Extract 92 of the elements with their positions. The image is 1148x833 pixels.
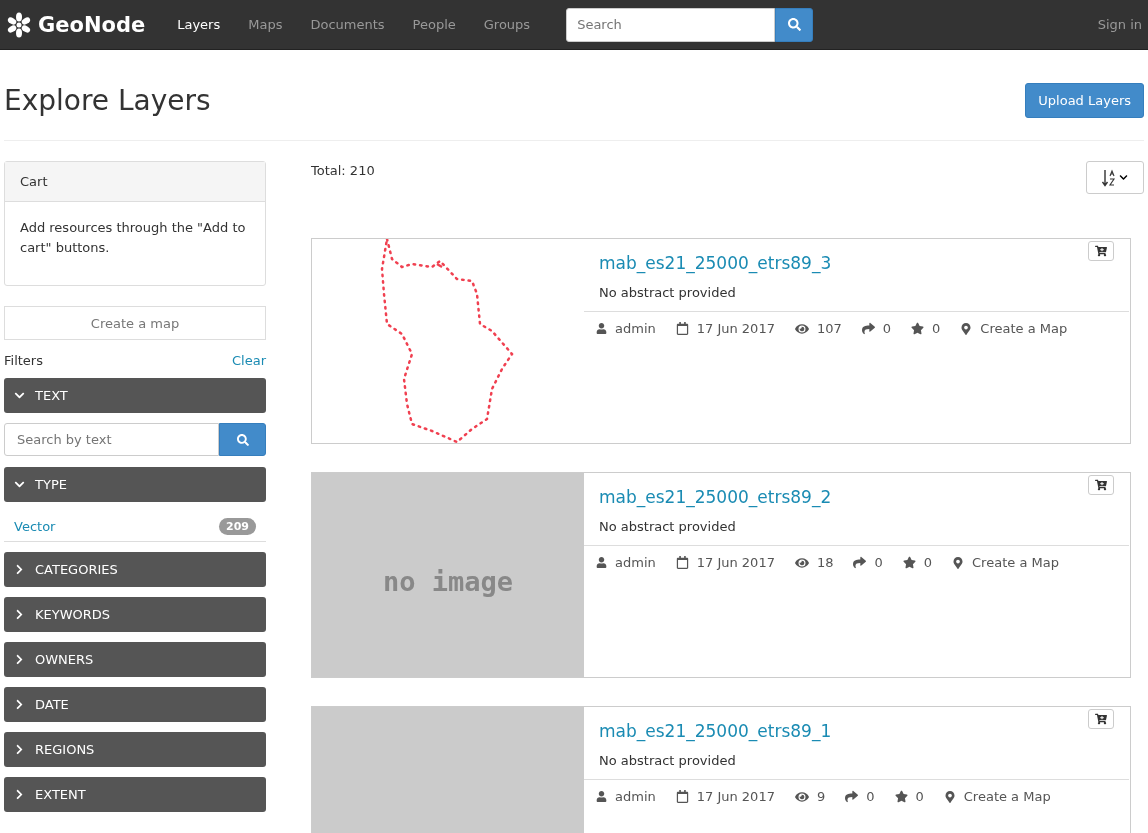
sort-button[interactable]	[1086, 161, 1144, 194]
calendar-icon	[675, 322, 689, 335]
filters-label: Filters	[4, 353, 43, 368]
star-icon	[894, 790, 908, 803]
nav-link[interactable]: Groups	[469, 17, 545, 32]
filter-header[interactable]: TYPE	[4, 467, 266, 502]
shares-count: 0	[874, 555, 883, 570]
layer-abstract: No abstract provided	[599, 519, 737, 534]
eye-icon	[794, 789, 809, 804]
cart-plus-icon	[1095, 245, 1107, 257]
views-count: 18	[816, 555, 834, 570]
filter-header[interactable]: REGIONS	[4, 732, 266, 767]
user-icon	[596, 323, 607, 334]
clear-link[interactable]: Clear	[232, 353, 266, 368]
date-text: 17 Jun 2017	[696, 789, 775, 804]
create-map-button[interactable]: Create a map	[4, 306, 266, 340]
calendar-icon	[675, 790, 689, 803]
owner-link[interactable]: admin	[615, 789, 656, 804]
cart-plus-icon	[1095, 479, 1107, 491]
chevron-down-icon	[14, 479, 25, 490]
share-icon	[853, 556, 867, 569]
search-field[interactable]: Search	[566, 7, 776, 42]
filter-header[interactable]: CATEGORIES	[4, 552, 266, 587]
page-title: Explore Layers	[4, 83, 211, 117]
filter-header[interactable]: KEYWORDS	[4, 597, 266, 632]
upload-layers-button[interactable]: Upload Layers	[1025, 82, 1144, 118]
layer-title-link[interactable]: mab_es21_25000_etrs89_2	[599, 487, 1130, 507]
no-image-label: no image	[382, 565, 513, 597]
chevron-right-icon	[14, 609, 25, 620]
search-icon	[236, 433, 249, 446]
caret-icon	[1119, 173, 1128, 182]
create-map-link[interactable]: Create a Map	[963, 789, 1051, 804]
brand-name[interactable]: GeoNode	[38, 12, 146, 37]
filter-header[interactable]: EXTENT	[4, 777, 266, 812]
sign-in-link[interactable]: Sign in	[1097, 17, 1142, 32]
count-badge: 209	[219, 518, 256, 535]
cart-plus-icon	[1095, 713, 1107, 725]
create-map-link[interactable]: Create a Map	[972, 555, 1059, 570]
eye-icon	[794, 555, 809, 570]
layer-abstract: No abstract provided	[599, 285, 737, 300]
views-count: 9	[816, 789, 826, 804]
rating-count: 0	[923, 555, 933, 570]
owner-link[interactable]: admin	[615, 321, 656, 336]
nav-link[interactable]: Maps	[234, 17, 297, 32]
views-count: 107	[816, 321, 842, 336]
owner-link[interactable]: admin	[615, 555, 656, 570]
chevron-down-icon	[14, 390, 25, 401]
search-icon	[787, 18, 801, 31]
chevron-right-icon	[14, 654, 25, 665]
search-button[interactable]	[775, 7, 814, 42]
share-icon	[845, 790, 859, 803]
logo-icon	[6, 11, 32, 38]
add-to-cart-button[interactable]	[1088, 241, 1114, 261]
user-icon	[596, 557, 607, 568]
map-marker-icon	[943, 790, 956, 803]
nav-link[interactable]: People	[398, 17, 470, 32]
chevron-right-icon	[14, 564, 25, 575]
layer-title-link[interactable]: mab_es21_25000_etrs89_3	[599, 253, 1130, 273]
filter-item-label: Vector	[14, 519, 56, 534]
eye-icon	[794, 321, 809, 336]
sort-alpha-icon	[1102, 168, 1116, 187]
star-icon	[902, 556, 916, 569]
total-count: Total: 210	[311, 163, 375, 178]
rating-count: 0	[932, 321, 941, 336]
chevron-right-icon	[14, 744, 25, 755]
create-map-link[interactable]: Create a Map	[980, 321, 1068, 336]
chevron-right-icon	[14, 699, 25, 710]
nav-link[interactable]: Layers	[163, 17, 235, 32]
nav-link[interactable]: Documents	[296, 17, 399, 32]
star-icon	[911, 322, 925, 335]
shares-count: 0	[866, 789, 875, 804]
add-to-cart-button[interactable]	[1088, 475, 1114, 495]
cart-title: Cart	[5, 162, 265, 202]
chevron-right-icon	[14, 789, 25, 800]
cart-text: Add resources through the "Add to cart" buttons.	[19, 219, 247, 257]
date-text: 17 Jun 2017	[696, 555, 775, 570]
layer-abstract: No abstract provided	[599, 753, 737, 768]
map-marker-icon	[960, 322, 973, 335]
map-marker-icon	[952, 556, 965, 569]
add-to-cart-button[interactable]	[1088, 709, 1114, 729]
filter-header[interactable]: OWNERS	[4, 642, 266, 677]
rating-count: 0	[915, 789, 924, 804]
share-icon	[861, 322, 875, 335]
date-text: 17 Jun 2017	[696, 321, 775, 336]
shares-count: 0	[882, 321, 892, 336]
filter-header[interactable]: DATE	[4, 687, 266, 722]
filter-item[interactable]: Vector 209	[4, 512, 266, 542]
calendar-icon	[675, 556, 689, 569]
layer-title-link[interactable]: mab_es21_25000_etrs89_1	[599, 721, 1130, 741]
filter-header[interactable]: TEXT	[4, 378, 266, 413]
user-icon	[596, 791, 607, 802]
search-by-text-field[interactable]: Search by text	[4, 423, 219, 456]
